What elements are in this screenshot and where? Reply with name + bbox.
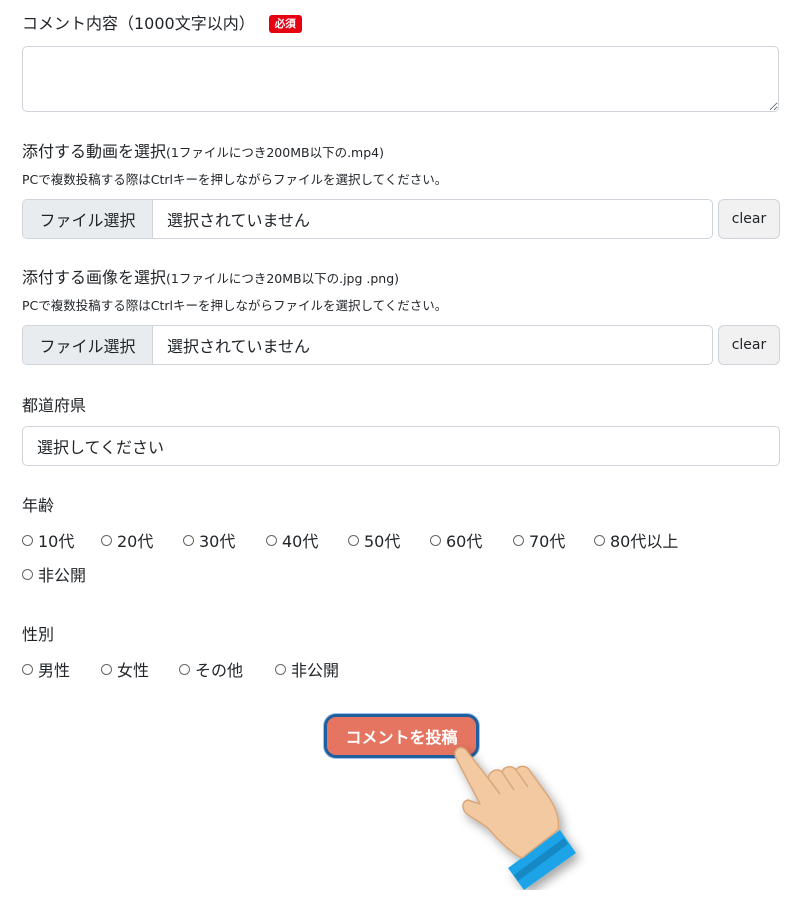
radio-circle-icon	[179, 663, 190, 675]
comment-label-text: コメント内容（1000文字以内）	[22, 14, 255, 33]
video-clear-button[interactable]: clear	[718, 199, 780, 239]
comment-textarea[interactable]	[22, 46, 779, 112]
radio-circle-icon	[594, 534, 605, 546]
video-note: PCで複数投稿する際はCtrlキーを押しながらファイルを選択してください。	[22, 172, 448, 187]
gender-radio-other[interactable]: その他	[179, 659, 244, 680]
gender-option-label: 非公開	[291, 661, 340, 680]
image-file-row: ファイル選択 選択されていません clear	[22, 325, 780, 365]
age-option-label: 非公開	[38, 566, 87, 585]
image-file-status: 選択されていません	[167, 337, 311, 356]
age-radio-private[interactable]: 非公開	[22, 564, 87, 585]
prefecture-label: 都道府県	[22, 396, 87, 415]
required-badge: 必須	[268, 15, 302, 33]
radio-circle-icon	[22, 568, 33, 580]
radio-circle-icon	[348, 534, 359, 546]
image-label-main: 添付する画像を選択	[22, 268, 167, 287]
image-file-input[interactable]: ファイル選択 選択されていません	[22, 325, 713, 365]
gender-option-label: その他	[195, 661, 244, 680]
video-file-select-button[interactable]: ファイル選択	[23, 200, 153, 238]
age-radio-60s[interactable]: 60代	[430, 530, 483, 551]
image-clear-button[interactable]: clear	[718, 325, 780, 365]
age-radio-20s[interactable]: 20代	[101, 530, 154, 551]
radio-circle-icon	[101, 663, 112, 675]
radio-circle-icon	[22, 663, 33, 675]
image-note: PCで複数投稿する際はCtrlキーを押しながらファイルを選択してください。	[22, 298, 448, 313]
age-option-label: 70代	[529, 532, 566, 551]
age-radio-80s-plus[interactable]: 80代以上	[594, 530, 679, 551]
age-option-label: 20代	[117, 532, 154, 551]
age-option-label: 60代	[446, 532, 483, 551]
radio-circle-icon	[266, 534, 277, 546]
age-option-label: 10代	[38, 532, 75, 551]
video-label-small: (1ファイルにつき200MB以下の.mp4)	[166, 145, 384, 160]
age-radio-30s[interactable]: 30代	[183, 530, 236, 551]
age-option-label: 30代	[199, 532, 236, 551]
radio-circle-icon	[183, 534, 194, 546]
image-label-small: (1ファイルにつき20MB以下の.jpg .png)	[166, 271, 400, 286]
gender-radio-male[interactable]: 男性	[22, 659, 71, 680]
video-label-main: 添付する動画を選択	[22, 142, 167, 161]
pointing-hand-icon	[454, 746, 576, 890]
age-option-label: 80代以上	[610, 532, 679, 551]
gender-radio-female[interactable]: 女性	[101, 659, 150, 680]
age-option-label: 50代	[364, 532, 401, 551]
age-radio-70s[interactable]: 70代	[513, 530, 566, 551]
gender-label: 性別	[22, 625, 55, 644]
image-label: 添付する画像を選択(1ファイルにつき20MB以下の.jpg .png)	[22, 268, 399, 289]
radio-circle-icon	[101, 534, 112, 546]
image-file-select-button[interactable]: ファイル選択	[23, 326, 153, 364]
gender-radio-private[interactable]: 非公開	[275, 659, 340, 680]
age-radio-50s[interactable]: 50代	[348, 530, 401, 551]
comment-label: コメント内容（1000文字以内） 必須	[22, 14, 302, 34]
radio-circle-icon	[513, 534, 524, 546]
gender-option-label: 男性	[38, 661, 71, 680]
age-label: 年齢	[22, 496, 55, 515]
radio-circle-icon	[275, 663, 286, 675]
prefecture-select[interactable]: 選択してください	[22, 426, 780, 466]
video-file-status: 選択されていません	[167, 211, 311, 230]
age-radio-10s[interactable]: 10代	[22, 530, 75, 551]
video-file-row: ファイル選択 選択されていません clear	[22, 199, 780, 239]
age-option-label: 40代	[282, 532, 319, 551]
gender-option-label: 女性	[117, 661, 150, 680]
radio-circle-icon	[430, 534, 441, 546]
video-file-input[interactable]: ファイル選択 選択されていません	[22, 199, 713, 239]
video-label: 添付する動画を選択(1ファイルにつき200MB以下の.mp4)	[22, 142, 384, 163]
age-radio-40s[interactable]: 40代	[266, 530, 319, 551]
radio-circle-icon	[22, 534, 33, 546]
